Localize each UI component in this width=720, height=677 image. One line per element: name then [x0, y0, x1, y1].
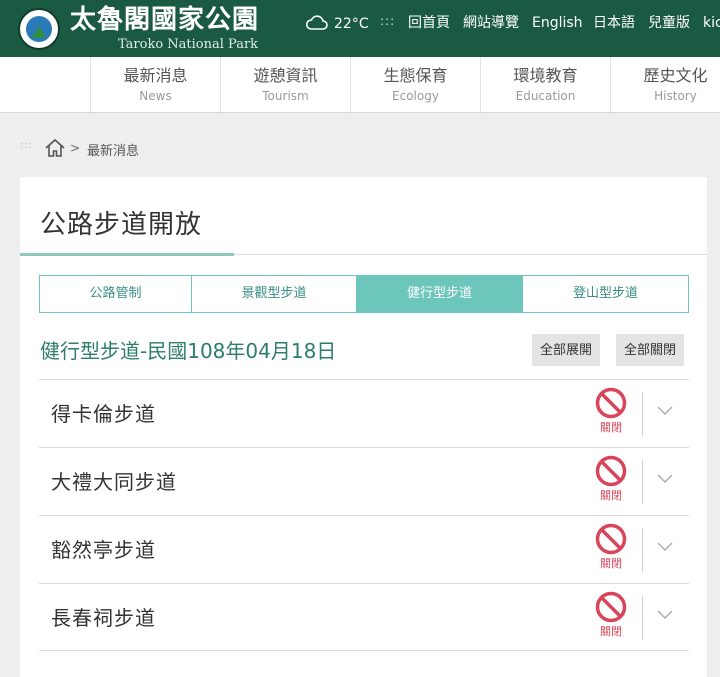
- status-label: 關閉: [600, 557, 622, 570]
- no-entry-icon: [595, 455, 627, 487]
- kids-link[interactable]: 兒童版: [648, 14, 690, 32]
- nav-sublabel: Ecology: [392, 89, 439, 103]
- title-accent-bar: [20, 253, 234, 256]
- row-divider: [642, 392, 643, 436]
- trail-row[interactable]: 大禮大同步道 關閉: [39, 447, 689, 515]
- nav-history[interactable]: 歷史文化 History: [610, 57, 720, 113]
- nav-sublabel: Tourism: [262, 89, 309, 103]
- status-badge: 關閉: [591, 386, 631, 442]
- home-link[interactable]: 回首頁: [408, 14, 450, 32]
- nav-ecology[interactable]: 生態保育 Ecology: [350, 57, 480, 113]
- tab-mountain-trails[interactable]: 登山型步道: [523, 276, 688, 312]
- accesskey-dots[interactable]: :::: [380, 14, 395, 28]
- status-badge: 關閉: [591, 590, 631, 646]
- nav-sublabel: Education: [515, 89, 576, 103]
- trail-row[interactable]: 豁然亭步道 關閉: [39, 515, 689, 583]
- page-title: 公路步道開放: [40, 210, 203, 240]
- sitemap-link[interactable]: 網站導覽: [463, 14, 519, 32]
- no-entry-icon: [595, 387, 627, 419]
- temperature: 22°C: [334, 16, 369, 32]
- no-entry-icon: [595, 523, 627, 555]
- japanese-link[interactable]: 日本語: [593, 14, 635, 32]
- section-title: 健行型步道-民國108年04月18日: [40, 339, 337, 363]
- content-card: 公路步道開放 公路管制 景觀型步道 健行型步道 登山型步道 健行型步道-民國10…: [20, 177, 707, 677]
- logo-subtitle[interactable]: Taroko National Park: [118, 38, 258, 52]
- no-entry-icon: [595, 591, 627, 623]
- kids-english-link[interactable]: kic: [703, 14, 720, 32]
- tab-hiking-trails[interactable]: 健行型步道: [357, 276, 523, 312]
- breadcrumb-dots[interactable]: :::: [20, 140, 33, 151]
- trail-name: 豁然亭步道: [51, 538, 156, 562]
- expand-all-button[interactable]: 全部展開: [532, 334, 601, 366]
- main-nav: 最新消息 News 遊憩資訊 Tourism 生態保育 Ecology 環境教育…: [0, 57, 720, 113]
- collapse-all-button[interactable]: 全部關閉: [616, 334, 685, 366]
- nav-education[interactable]: 環境教育 Education: [480, 57, 610, 113]
- chevron-down-icon[interactable]: [657, 474, 673, 484]
- home-icon[interactable]: [44, 137, 66, 159]
- trail-name: 得卡倫步道: [51, 402, 156, 426]
- chevron-down-icon[interactable]: [657, 542, 673, 552]
- chevron-down-icon[interactable]: [657, 610, 673, 620]
- trail-name: 長春祠步道: [51, 606, 156, 630]
- trail-row[interactable]: 長春祠步道 關閉: [39, 583, 689, 651]
- chevron-down-icon[interactable]: [657, 406, 673, 416]
- site-header: 太魯閣國家公園 Taroko National Park 22°C ::: 回首…: [0, 0, 720, 57]
- nav-sublabel: News: [139, 89, 172, 103]
- english-link[interactable]: English: [532, 14, 583, 32]
- nav-label: 生態保育: [383, 66, 448, 85]
- tab-road-control[interactable]: 公路管制: [40, 276, 192, 312]
- cloud-icon: [306, 15, 328, 30]
- nav-tourism[interactable]: 遊憩資訊 Tourism: [220, 57, 350, 113]
- status-label: 關閉: [600, 489, 622, 502]
- row-divider: [642, 528, 643, 572]
- nav-label: 遊憩資訊: [253, 66, 318, 85]
- logo-title[interactable]: 太魯閣國家公園: [70, 4, 259, 36]
- trail-row[interactable]: 得卡倫步道 關閉: [39, 379, 689, 447]
- nav-label: 最新消息: [123, 66, 188, 85]
- row-divider: [642, 596, 643, 640]
- row-divider: [642, 460, 643, 504]
- nav-sublabel: History: [654, 89, 697, 103]
- status-label: 關閉: [600, 421, 622, 434]
- trail-type-tabs: 公路管制 景觀型步道 健行型步道 登山型步道: [39, 275, 689, 313]
- nav-news[interactable]: 最新消息 News: [90, 57, 220, 113]
- breadcrumb-separator: >: [70, 141, 81, 155]
- list-bottom-divider: [39, 650, 689, 651]
- breadcrumb-current[interactable]: 最新消息: [87, 140, 139, 159]
- status-badge: 關閉: [591, 522, 631, 578]
- nav-label: 歷史文化: [643, 66, 708, 85]
- status-label: 關閉: [600, 625, 622, 638]
- trail-name: 大禮大同步道: [51, 470, 177, 494]
- status-badge: 關閉: [591, 454, 631, 510]
- nav-label: 環境教育: [513, 66, 578, 85]
- park-emblem-icon[interactable]: [18, 8, 60, 50]
- tab-scenic-trails[interactable]: 景觀型步道: [192, 276, 357, 312]
